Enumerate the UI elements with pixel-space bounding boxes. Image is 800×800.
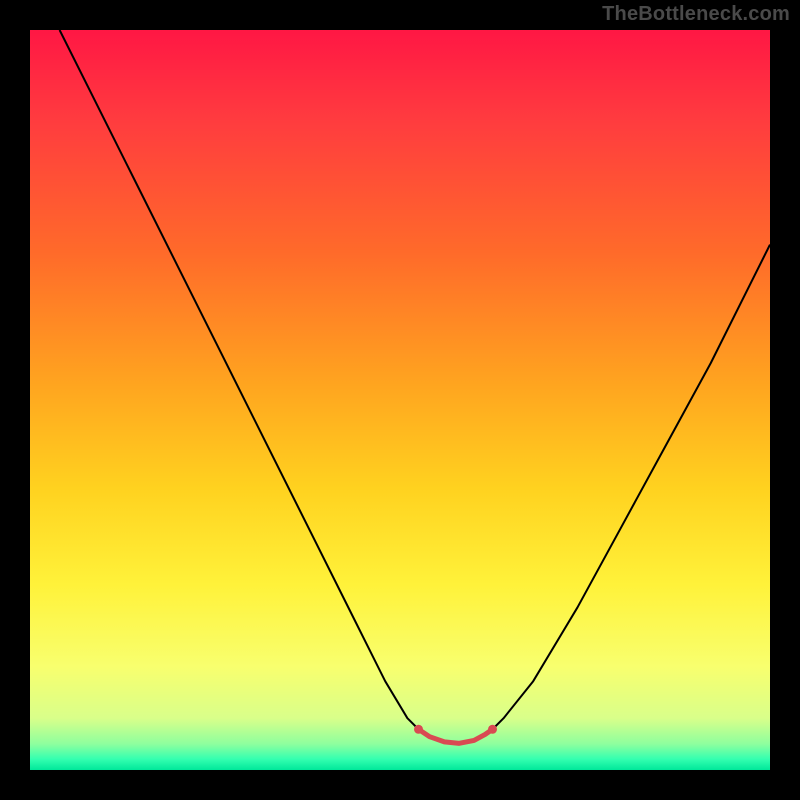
watermark-text: TheBottleneck.com xyxy=(602,3,790,26)
trough-endpoint xyxy=(414,725,423,734)
series-trough-highlight xyxy=(419,729,493,743)
series-right-branch xyxy=(489,245,770,733)
plot-area xyxy=(30,30,770,770)
trough-endpoint xyxy=(488,725,497,734)
curve-layer xyxy=(30,30,770,770)
series-left-branch xyxy=(60,30,423,733)
chart-frame: TheBottleneck.com xyxy=(0,0,800,800)
